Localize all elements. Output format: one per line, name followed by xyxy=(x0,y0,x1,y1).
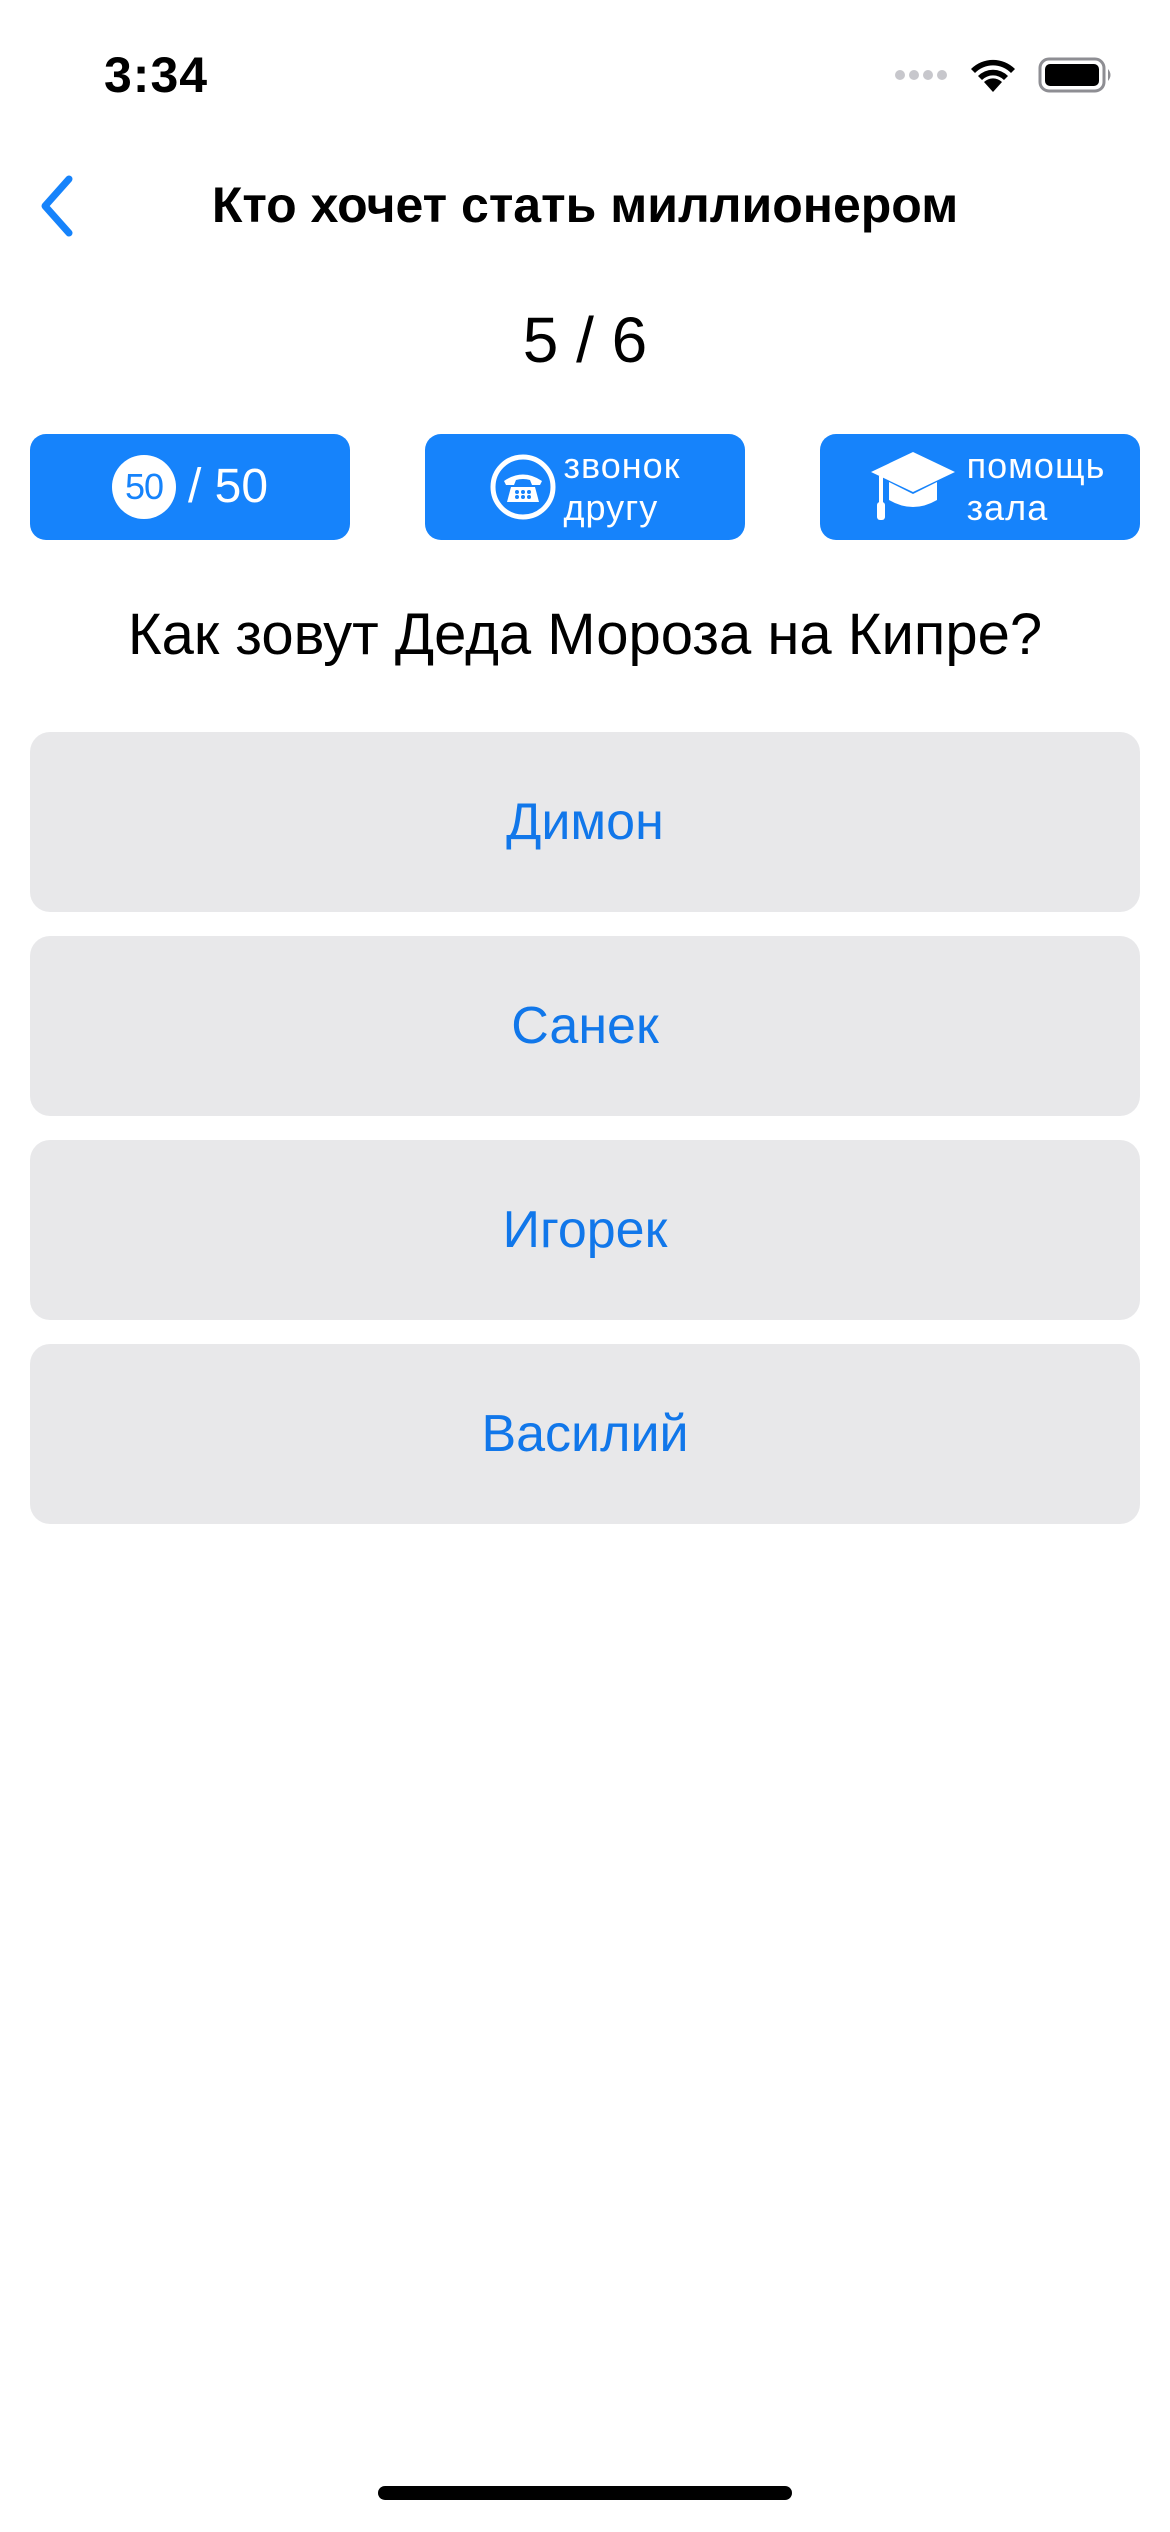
status-time: 3:34 xyxy=(104,47,209,103)
question-progress: 5 / 6 xyxy=(522,304,648,376)
graduation-cap-icon xyxy=(869,448,957,526)
answer-button[interactable]: Санек xyxy=(30,936,1140,1116)
fifty-fifty-button[interactable]: 50 / 50 xyxy=(30,434,350,540)
wifi-icon xyxy=(968,56,1018,94)
page-title: Кто хочет стать миллионером xyxy=(211,177,959,233)
home-indicator[interactable] xyxy=(378,2486,792,2500)
call-friend-button[interactable]: звонок другу xyxy=(425,434,745,540)
answer-button[interactable]: Игорек xyxy=(30,1140,1140,1320)
call-friend-label: звонок другу xyxy=(563,445,681,528)
status-icons xyxy=(894,50,1114,100)
question-text: Как зовут Деда Мороза на Кипре? xyxy=(127,602,1043,667)
answer-button[interactable]: Василий xyxy=(30,1344,1140,1524)
battery-icon xyxy=(1038,57,1114,93)
answer-button[interactable]: Димон xyxy=(30,732,1140,912)
fifty-fifty-label: / 50 xyxy=(187,460,269,513)
audience-help-button[interactable]: помощь зала xyxy=(820,434,1140,540)
fifty-fifty-badge-icon: 50 xyxy=(111,455,176,519)
cellular-signal-icon xyxy=(894,67,948,83)
phone-icon xyxy=(490,454,556,520)
audience-help-label: помощь зала xyxy=(966,445,1106,528)
